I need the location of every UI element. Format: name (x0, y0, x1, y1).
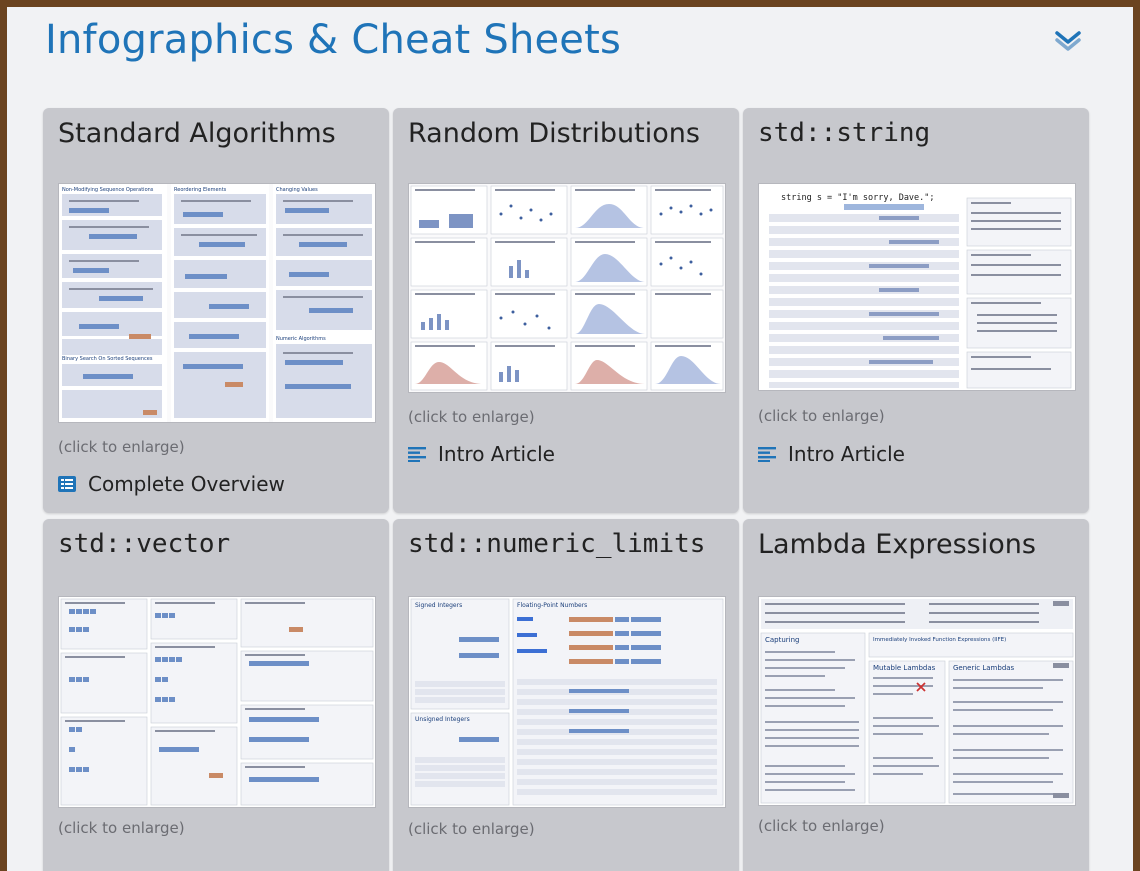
thumb-header: Capturing (765, 636, 800, 644)
click-to-enlarge-hint: (click to enlarge) (408, 820, 535, 838)
click-to-enlarge-hint: (click to enlarge) (58, 438, 185, 456)
thumb-header: Unsigned Integers (415, 716, 470, 723)
card-std-vector: std::vector (click to enlarge) (43, 519, 389, 871)
chevron-double-down-icon[interactable] (1053, 29, 1083, 51)
article-lines-icon (758, 447, 776, 462)
card-std-string: std::string string s = "I'm sorry, Dave.… (743, 108, 1089, 513)
cheatsheet-thumbnail[interactable]: Capturing Immediately Invoked Function E… (758, 596, 1076, 806)
intro-article-link[interactable]: Intro Article (758, 442, 905, 466)
cheatsheet-thumbnail[interactable] (408, 183, 726, 393)
thumb-header: Reordering Elements (174, 187, 227, 193)
card-title: std::vector (58, 529, 231, 559)
card-lambda-expressions: Lambda Expressions Capturing Immediately… (743, 519, 1089, 871)
click-to-enlarge-hint: (click to enlarge) (758, 407, 885, 425)
card-title: std::string (758, 118, 931, 148)
card-random-distributions: Random Distributions (click to enlarge) … (393, 108, 739, 513)
thumb-header: Signed Integers (415, 602, 462, 609)
thumb-header: Mutable Lambdas (873, 664, 936, 672)
link-label: Intro Article (438, 442, 555, 466)
section-title: Infographics & Cheat Sheets (45, 17, 622, 63)
click-to-enlarge-hint: (click to enlarge) (58, 819, 185, 837)
card-title: std::numeric_limits (408, 529, 706, 559)
thumb-header: Non-Modifying Sequence Operations (62, 187, 154, 193)
thumb-header: Binary Search On Sorted Sequences (62, 356, 153, 362)
link-label: Complete Overview (88, 472, 285, 496)
click-to-enlarge-hint: (click to enlarge) (758, 817, 885, 835)
cheatsheet-thumbnail[interactable]: Non-Modifying Sequence Operations Reorde… (58, 183, 376, 423)
card-standard-algorithms: Standard Algorithms Non-Modifying Sequen… (43, 108, 389, 513)
cheatsheet-thumbnail[interactable]: string s = "I'm sorry, Dave."; (758, 183, 1076, 391)
card-std-numeric-limits: std::numeric_limits Signed Integers Floa… (393, 519, 739, 871)
card-title: Random Distributions (408, 118, 700, 149)
thumb-code: string s = "I'm sorry, Dave."; (781, 193, 935, 203)
click-to-enlarge-hint: (click to enlarge) (408, 408, 535, 426)
thumb-header: Changing Values (276, 187, 318, 193)
article-lines-icon (408, 447, 426, 462)
thumb-header: Floating-Point Numbers (517, 602, 587, 609)
card-title: Lambda Expressions (758, 529, 1036, 560)
cheatsheet-thumbnail[interactable]: Signed Integers Floating-Point Numbers U… (408, 596, 726, 808)
table-list-icon (58, 476, 76, 492)
card-title: Standard Algorithms (58, 118, 336, 149)
thumb-header: Numeric Algorithms (276, 336, 326, 342)
intro-article-link[interactable]: Intro Article (408, 442, 555, 466)
thumb-header: Immediately Invoked Function Expressions… (873, 637, 1006, 643)
page-frame: Infographics & Cheat Sheets Standard Alg… (7, 7, 1133, 871)
complete-overview-link[interactable]: Complete Overview (58, 472, 285, 496)
thumb-header: Generic Lambdas (953, 664, 1015, 672)
cheatsheet-thumbnail[interactable] (58, 596, 376, 808)
link-label: Intro Article (788, 442, 905, 466)
